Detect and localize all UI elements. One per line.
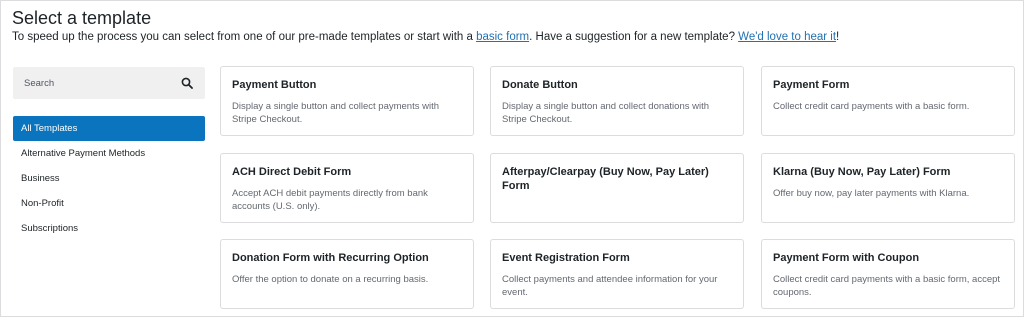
subtitle-text-middle: . Have a suggestion for a new template?	[529, 31, 739, 43]
template-title: Event Registration Form	[502, 252, 630, 264]
suggestion-link[interactable]: We'd love to hear it	[738, 31, 836, 43]
template-card-klarna[interactable]: Klarna (Buy Now, Pay Later) Form Offer b…	[761, 153, 1015, 223]
template-description: Display a single button and collect dona…	[502, 101, 710, 125]
template-title: Afterpay/Clearpay (Buy Now, Pay Later) F…	[502, 166, 709, 192]
category-alternative-payment-methods[interactable]: Alternative Payment Methods	[13, 141, 205, 166]
template-description: Collect payments and attendee informatio…	[502, 274, 718, 298]
template-search	[13, 67, 205, 99]
template-description: Offer the option to donate on a recurrin…	[232, 274, 429, 285]
template-title: Klarna (Buy Now, Pay Later) Form	[773, 166, 951, 178]
category-subscriptions[interactable]: Subscriptions	[13, 216, 205, 241]
template-description: Accept ACH debit payments directly from …	[232, 188, 428, 212]
template-title: Payment Button	[232, 79, 317, 91]
template-description: Display a single button and collect paym…	[232, 101, 440, 125]
basic-form-link[interactable]: basic form	[476, 31, 529, 43]
template-title: ACH Direct Debit Form	[232, 166, 352, 178]
subtitle-text-end: !	[836, 31, 840, 43]
template-card-donation-recurring[interactable]: Donation Form with Recurring Option Offe…	[220, 239, 474, 309]
category-non-profit[interactable]: Non-Profit	[13, 191, 205, 216]
template-title: Donate Button	[502, 79, 578, 91]
search-icon[interactable]	[181, 77, 193, 89]
template-card-payment-button[interactable]: Payment Button Display a single button a…	[220, 66, 474, 136]
template-card-donate-button[interactable]: Donate Button Display a single button an…	[490, 66, 744, 136]
template-selector-panel: Select a template To speed up the proces…	[0, 0, 1024, 317]
search-input[interactable]	[13, 67, 173, 99]
category-all-templates[interactable]: All Templates	[13, 116, 205, 141]
template-card-ach-direct-debit[interactable]: ACH Direct Debit Form Accept ACH debit p…	[220, 153, 474, 223]
subtitle-text-start: To speed up the process you can select f…	[12, 31, 477, 43]
template-card-event-registration[interactable]: Event Registration Form Collect payments…	[490, 239, 744, 309]
template-card-afterpay-clearpay[interactable]: Afterpay/Clearpay (Buy Now, Pay Later) F…	[490, 153, 744, 223]
template-card-payment-form[interactable]: Payment Form Collect credit card payment…	[761, 66, 1015, 136]
template-title: Payment Form	[773, 79, 850, 91]
template-description: Collect credit card payments with a basi…	[773, 274, 1001, 298]
template-card-payment-form-coupon[interactable]: Payment Form with Coupon Collect credit …	[761, 239, 1015, 309]
category-list: All Templates Alternative Payment Method…	[13, 116, 205, 241]
page-title: Select a template	[12, 8, 152, 28]
template-title: Donation Form with Recurring Option	[232, 252, 429, 264]
template-title: Payment Form with Coupon	[773, 252, 920, 264]
template-description: Collect credit card payments with a basi…	[773, 101, 970, 112]
page-subtitle: To speed up the process you can select f…	[12, 31, 839, 43]
template-description: Offer buy now, pay later payments with K…	[773, 188, 970, 199]
category-business[interactable]: Business	[13, 166, 205, 191]
